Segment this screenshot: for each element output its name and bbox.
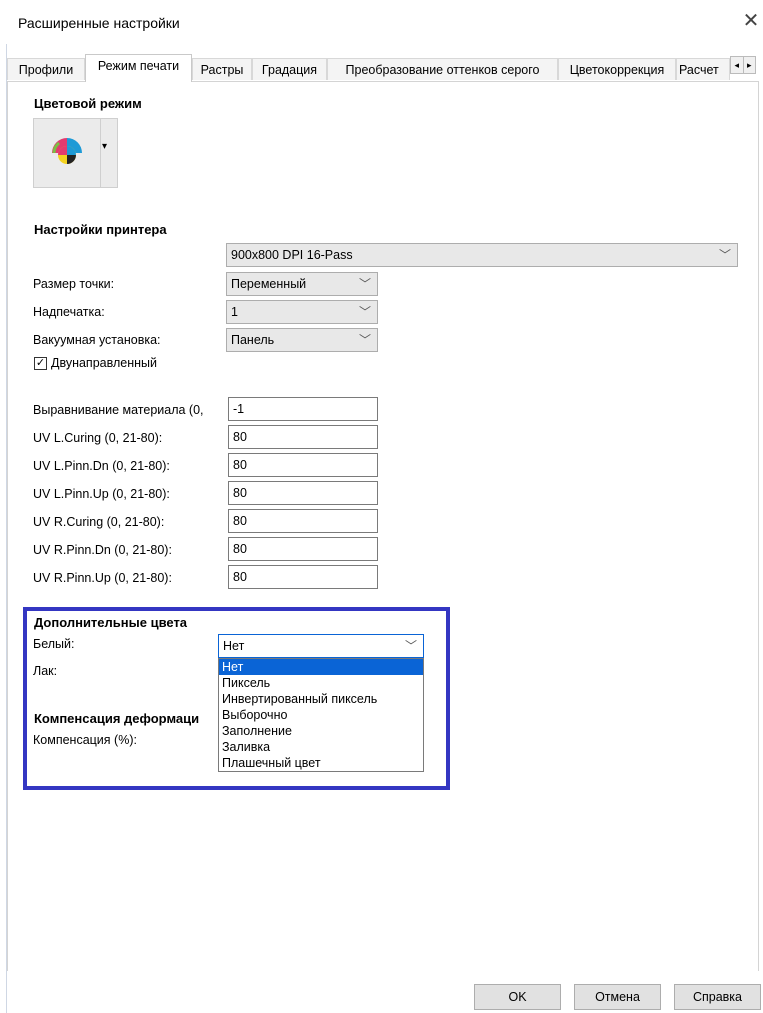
resolution-select[interactable]: 900x800 DPI 16-Pass ﹀	[226, 243, 738, 267]
media-alignment-input[interactable]: -1	[228, 397, 378, 421]
bidirectional-checkbox[interactable]: ✓	[34, 357, 47, 370]
deformation-heading: Компенсация деформаци	[34, 711, 200, 726]
dot-size-value: Переменный	[231, 277, 307, 291]
tab-rasters[interactable]: Растры	[192, 58, 252, 80]
scroll-right-icon[interactable]: ▸	[742, 57, 756, 73]
uv-l-pinn-dn-input[interactable]: 80	[228, 453, 378, 477]
varnish-label: Лак:	[33, 664, 58, 678]
field-label: UV L.Curing (0, 21-80):	[33, 431, 163, 445]
help-button[interactable]: Справка	[674, 984, 761, 1010]
white-dropdown-list: Нет Пиксель Инвертированный пиксель Выбо…	[218, 658, 424, 772]
chevron-down-icon: ﹀	[718, 248, 731, 262]
uv-r-pinn-dn-input[interactable]: 80	[228, 537, 378, 561]
uv-l-curing-input[interactable]: 80	[228, 425, 378, 449]
tab-strip: Профили Режим печати Растры Градация Пре…	[7, 54, 759, 82]
tab-profiles[interactable]: Профили	[7, 58, 85, 80]
ok-button[interactable]: OK	[474, 984, 561, 1010]
dropdown-option[interactable]: Заполнение	[219, 723, 423, 739]
dropdown-option[interactable]: Инвертированный пиксель	[219, 691, 423, 707]
overprint-value: 1	[231, 305, 238, 319]
extra-colors-heading: Дополнительные цвета	[34, 615, 188, 630]
dropdown-option[interactable]: Пиксель	[219, 675, 423, 691]
dropdown-option[interactable]: Выборочно	[219, 707, 423, 723]
cancel-button[interactable]: Отмена	[574, 984, 661, 1010]
dot-size-label: Размер точки:	[33, 277, 115, 291]
tab-scroll-buttons: ◂ ▸	[730, 56, 756, 74]
uv-r-curing-input[interactable]: 80	[228, 509, 378, 533]
bidirectional-label: Двунаправленный	[51, 356, 157, 370]
dropdown-option[interactable]: Плашечный цвет	[219, 755, 423, 771]
color-mode-heading: Цветовой режим	[34, 96, 142, 111]
vacuum-label: Вакуумная установка:	[33, 333, 161, 347]
title-bar: Расширенные настройки ✕	[0, 0, 763, 44]
tab-grayscale-conversion[interactable]: Преобразование оттенков серого	[327, 58, 558, 80]
vacuum-select[interactable]: Панель ﹀	[226, 328, 378, 352]
field-label: UV R.Curing (0, 21-80):	[33, 515, 165, 529]
chevron-down-icon: ﹀	[358, 333, 371, 347]
tab-calculation[interactable]: Расчет	[676, 58, 730, 80]
field-label: Выравнивание материала (0,	[33, 403, 204, 417]
field-label: UV R.Pinn.Up (0, 21-80):	[33, 571, 172, 585]
field-label: UV R.Pinn.Dn (0, 21-80):	[33, 543, 172, 557]
white-select[interactable]: Нет ﹀	[218, 634, 424, 658]
field-label: UV L.Pinn.Up (0, 21-80):	[33, 487, 170, 501]
tab-gradation[interactable]: Градация	[252, 58, 327, 80]
white-label: Белый:	[33, 637, 75, 651]
tab-color-correction[interactable]: Цветокоррекция	[558, 58, 676, 80]
compensation-label: Компенсация (%):	[33, 733, 137, 747]
vacuum-value: Панель	[231, 333, 275, 347]
overprint-label: Надпечатка:	[33, 305, 105, 319]
chevron-down-icon: ﹀	[358, 305, 371, 319]
chevron-down-icon[interactable]: ▾	[102, 141, 107, 152]
window-title: Расширенные настройки	[18, 15, 180, 31]
cmyk-color-wheel-icon	[52, 138, 82, 164]
printer-settings-heading: Настройки принтера	[34, 222, 167, 237]
uv-l-pinn-up-input[interactable]: 80	[228, 481, 378, 505]
chevron-down-icon: ﹀	[358, 277, 371, 291]
resolution-value: 900x800 DPI 16-Pass	[231, 248, 353, 262]
uv-r-pinn-up-input[interactable]: 80	[228, 565, 378, 589]
dropdown-option[interactable]: Заливка	[219, 739, 423, 755]
tab-print-mode[interactable]: Режим печати	[85, 54, 192, 82]
close-icon[interactable]: ✕	[742, 10, 760, 32]
overprint-select[interactable]: 1 ﹀	[226, 300, 378, 324]
white-value: Нет	[223, 639, 245, 653]
chevron-down-icon: ﹀	[404, 639, 417, 653]
color-mode-main[interactable]	[34, 119, 101, 187]
field-label: UV L.Pinn.Dn (0, 21-80):	[33, 459, 170, 473]
window-left-edge	[0, 44, 7, 1013]
scroll-left-icon[interactable]: ◂	[731, 57, 743, 73]
dot-size-select[interactable]: Переменный ﹀	[226, 272, 378, 296]
dropdown-option[interactable]: Нет	[219, 659, 423, 675]
color-mode-button[interactable]: ▾	[33, 118, 118, 188]
